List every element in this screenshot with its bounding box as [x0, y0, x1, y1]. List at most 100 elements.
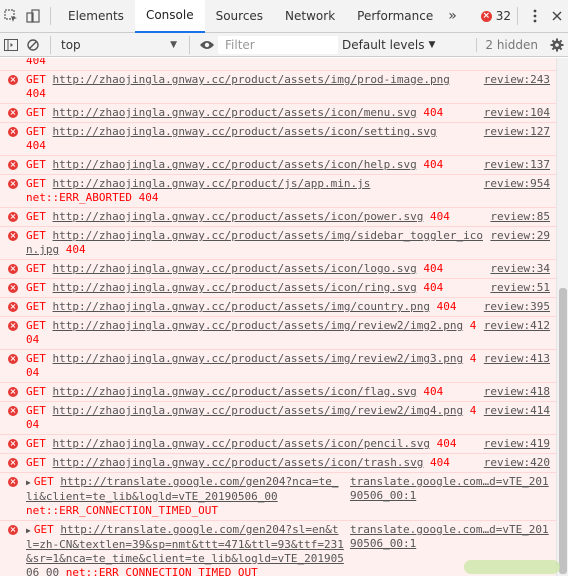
error-count-badge[interactable]: × 32: [480, 9, 511, 23]
source-location-link[interactable]: review:419: [484, 437, 550, 451]
source-location-link[interactable]: review:85: [490, 210, 550, 224]
source-location-link[interactable]: review:395: [484, 300, 550, 314]
tab-sources[interactable]: Sources: [205, 0, 274, 33]
source-location-link[interactable]: translate.google.com…d=vTE_20190506_00:1: [350, 475, 550, 518]
more-tabs-button[interactable]: »: [448, 8, 457, 24]
dropdown-arrow-icon: ▼: [428, 39, 436, 50]
row-content: GET http://zhaojingla.gnway.cc/product/a…: [26, 437, 550, 451]
source-location-link[interactable]: review:137: [484, 158, 550, 172]
watermark-logo: [464, 560, 560, 574]
tab-elements[interactable]: Elements: [57, 0, 135, 33]
error-status: 404: [423, 210, 450, 223]
error-icon: ×: [8, 321, 18, 331]
error-message: ▶ GET http://translate.google.com/gen204?…: [26, 523, 344, 576]
request-method: GET: [26, 456, 53, 469]
request-url-link[interactable]: http://zhaojingla.gnway.cc/product/asset…: [53, 319, 464, 332]
request-url-link[interactable]: http://zhaojingla.gnway.cc/product/asset…: [53, 456, 424, 469]
source-location-link[interactable]: review:420: [484, 456, 550, 470]
error-message: GET http://zhaojingla.gnway.cc/product/a…: [26, 456, 478, 470]
request-method: GET: [26, 210, 53, 223]
device-toolbar-icon[interactable]: [22, 5, 44, 27]
error-message: GET http://zhaojingla.gnway.cc/product/a…: [26, 210, 484, 224]
source-location-link[interactable]: review:243: [484, 73, 550, 101]
request-url-link[interactable]: http://zhaojingla.gnway.cc/product/asset…: [53, 106, 417, 119]
error-icon: ×: [8, 439, 18, 449]
error-icon: ×: [8, 406, 18, 416]
source-location-link[interactable]: review:954: [484, 177, 550, 205]
error-message: GET http://zhaojingla.gnway.cc/product/a…: [26, 262, 484, 276]
log-levels-dropdown[interactable]: Default levels ▼: [342, 38, 435, 52]
error-icon: ×: [8, 212, 18, 222]
error-status: 404: [416, 106, 444, 119]
toolbar-divider: [50, 35, 51, 54]
error-status: 404: [430, 300, 457, 313]
request-url-link[interactable]: http://zhaojingla.gnway.cc/product/js/ap…: [53, 177, 371, 190]
error-message: GET http://zhaojingla.gnway.cc/product/a…: [26, 158, 478, 172]
source-location-link[interactable]: review:412: [484, 319, 550, 347]
console-error-row: × ▶ GET http://translate.google.com/gen204…: [0, 472, 556, 520]
request-url-link[interactable]: http://zhaojingla.gnway.cc/product/asset…: [53, 352, 464, 365]
request-url-link[interactable]: http://zhaojingla.gnway.cc/product/asset…: [53, 262, 417, 275]
error-message: GET http://zhaojingla.gnway.cc/product/j…: [26, 177, 478, 205]
gear-icon[interactable]: [546, 34, 568, 56]
eye-icon[interactable]: [196, 34, 218, 56]
error-icon: ×: [8, 108, 18, 118]
request-method: GET: [26, 319, 53, 332]
request-url-link[interactable]: http://zhaojingla.gnway.cc/product/asset…: [53, 210, 424, 223]
error-icon: ×: [8, 231, 18, 241]
request-url-link[interactable]: http://zhaojingla.gnway.cc/product/asset…: [53, 437, 431, 450]
request-url-link[interactable]: http://translate.google.com/gen204?nca=t…: [26, 475, 338, 503]
source-location-link[interactable]: review:127: [484, 125, 550, 153]
request-method: GET: [26, 281, 53, 294]
error-message: GET http://zhaojingla.gnway.cc/product/a…: [26, 404, 478, 432]
source-location-link[interactable]: review:418: [484, 385, 550, 399]
source-location-link[interactable]: review:34: [490, 262, 550, 276]
request-url-link[interactable]: http://zhaojingla.gnway.cc/product/asset…: [53, 73, 450, 86]
console-error-row: × GET http://zhaojingla.gnway.cc/product/…: [0, 453, 556, 472]
expand-triangle-icon[interactable]: ▶: [26, 526, 31, 535]
close-devtools-icon[interactable]: [546, 5, 568, 27]
scrollbar-thumb[interactable]: [559, 288, 567, 574]
tab-performance[interactable]: Performance: [346, 0, 444, 33]
request-url-link[interactable]: http://zhaojingla.gnway.cc/product/asset…: [53, 300, 431, 313]
row-content: GET http://zhaojingla.gnway.cc/product/a…: [26, 158, 550, 172]
source-location-link[interactable]: review:51: [490, 281, 550, 295]
error-status: 404: [26, 139, 46, 152]
request-method: GET: [26, 385, 53, 398]
tab-console[interactable]: Console: [134, 0, 205, 33]
expand-triangle-icon[interactable]: ▶: [26, 478, 31, 487]
console-toolbar: top ▼ Filter Default levels ▼ 2 hidden: [0, 33, 568, 57]
row-content: GET http://zhaojingla.gnway.cc/product/a…: [26, 106, 550, 120]
request-url-link[interactable]: http://zhaojingla.gnway.cc/product/asset…: [53, 158, 417, 171]
request-url-link[interactable]: http://zhaojingla.gnway.cc/product/asset…: [53, 125, 437, 138]
customize-menu-icon[interactable]: [524, 5, 546, 27]
error-icon: ×: [8, 354, 18, 364]
request-url-link[interactable]: http://zhaojingla.gnway.cc/product/asset…: [53, 385, 417, 398]
request-url-link[interactable]: http://zhaojingla.gnway.cc/product/asset…: [53, 281, 417, 294]
error-message: GET http://zhaojingla.gnway.cc/product/a…: [26, 125, 478, 153]
console-error-row: × GET http://zhaojingla.gnway.cc/product/…: [0, 122, 556, 155]
request-url-link[interactable]: http://zhaojingla.gnway.cc/product/asset…: [26, 229, 483, 256]
inspect-element-icon[interactable]: [0, 5, 22, 27]
filter-input[interactable]: Filter: [218, 35, 338, 54]
source-location-link[interactable]: review:414: [484, 404, 550, 432]
source-location-link[interactable]: review:29: [490, 229, 550, 257]
console-error-row: × GET http://zhaojingla.gnway.cc/product/…: [0, 434, 556, 453]
context-value: top: [61, 37, 81, 52]
row-content: ▶ GET http://translate.google.com/gen204?…: [26, 475, 550, 518]
error-icon: ×: [8, 283, 18, 293]
scrollbar[interactable]: [556, 58, 568, 576]
context-selector[interactable]: top ▼: [57, 38, 183, 52]
request-method: GET: [26, 437, 53, 450]
row-content: GET http://zhaojingla.gnway.cc/product/a…: [26, 125, 550, 153]
clear-console-icon[interactable]: [22, 34, 44, 56]
show-sidebar-icon[interactable]: [0, 34, 22, 56]
tab-network[interactable]: Network: [274, 0, 346, 33]
row-content: GET http://zhaojingla.gnway.cc/product/a…: [26, 352, 550, 380]
request-url-link[interactable]: http://zhaojingla.gnway.cc/product/asset…: [53, 404, 464, 417]
source-location-link[interactable]: review:413: [484, 352, 550, 380]
error-icon: ×: [8, 525, 18, 535]
source-location-link[interactable]: review:104: [484, 106, 550, 120]
request-method: GET: [26, 404, 53, 417]
error-status: 404: [430, 437, 457, 450]
